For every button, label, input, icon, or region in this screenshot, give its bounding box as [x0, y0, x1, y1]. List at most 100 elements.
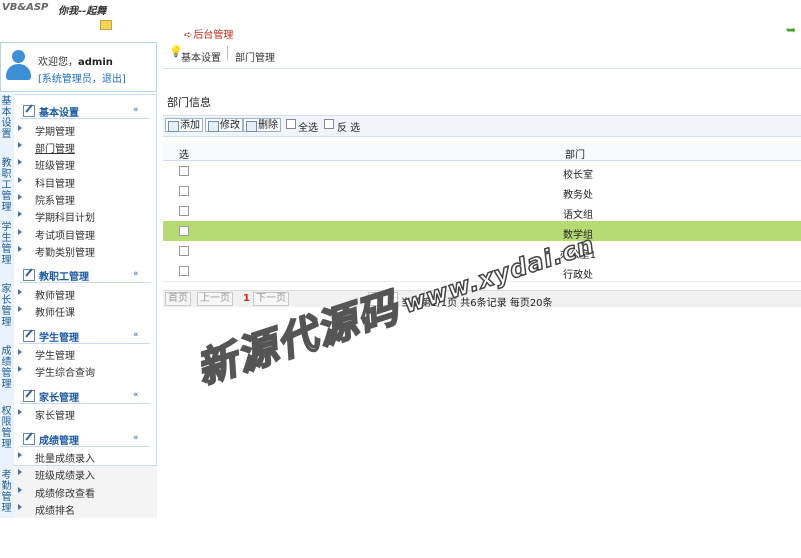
collapse-icon[interactable]: « — [133, 330, 139, 340]
delete-icon — [246, 121, 257, 132]
vtab-attendance[interactable]: 考勤管理 — [0, 470, 13, 514]
logout-link[interactable]: 退出 — [102, 74, 122, 85]
menu-item-attendance-type[interactable]: 考勤类别管理 — [18, 243, 148, 259]
department-name: 校长室 — [563, 170, 593, 181]
menu-item-semester[interactable]: 学期管理 — [18, 122, 148, 138]
avatar — [4, 50, 32, 82]
role-line: [系统管理员，退出] — [38, 74, 126, 85]
menu-group-students[interactable]: 学生管理 « — [20, 328, 150, 344]
breadcrumb-separator — [227, 46, 228, 60]
menu-item-batch-grade-entry[interactable]: 批量成绩录入 — [18, 449, 148, 465]
breadcrumb-level2[interactable]: 部门管理 — [235, 49, 275, 64]
vtab-parents[interactable]: 家长管理 — [0, 284, 13, 328]
mail-icon — [100, 20, 112, 30]
department-name: 教务处 — [563, 190, 593, 201]
table-header: 选 部门 — [163, 143, 801, 161]
collapse-icon[interactable]: « — [133, 105, 139, 115]
arrow-icon — [18, 306, 22, 312]
add-button[interactable]: 添加 — [165, 118, 203, 132]
table-row[interactable]: 教务处 — [163, 181, 801, 202]
row-checkbox[interactable] — [179, 166, 189, 176]
add-icon — [168, 121, 179, 132]
menu-item-department[interactable]: 部门管理 — [18, 139, 148, 155]
vtab-staff[interactable]: 教职工管理 — [0, 158, 13, 213]
arrow-icon — [18, 177, 22, 183]
menu-item-student[interactable]: 学生管理 — [18, 346, 148, 362]
arrow-icon — [18, 159, 22, 165]
refresh-icon[interactable]: ➥ — [786, 24, 798, 36]
menu-item-class-grade-entry[interactable]: 班级成绩录入 — [18, 466, 148, 482]
select-all-checkbox[interactable] — [286, 119, 296, 129]
arrow-icon — [18, 409, 22, 415]
select-all-label: 全选 — [298, 123, 318, 134]
edit-button[interactable]: 修改 — [205, 118, 243, 132]
collapse-icon[interactable]: « — [133, 433, 139, 443]
first-page-button[interactable]: 首页 — [165, 292, 191, 306]
table-row[interactable]: 校长室 — [163, 161, 801, 182]
menu-item-grade-edit-view[interactable]: 成绩修改查看 — [18, 484, 148, 500]
edit-icon — [208, 121, 219, 132]
edit-doc-icon — [23, 433, 35, 445]
collapse-icon[interactable]: « — [133, 390, 139, 400]
user-panel: 欢迎您，admin [系统管理员，退出] — [0, 42, 157, 92]
arrow-icon — [18, 452, 22, 458]
menu-item-teacher[interactable]: 教师管理 — [18, 286, 148, 302]
menu-item-parent[interactable]: 家长管理 — [18, 406, 148, 422]
welcome-text: 欢迎您，admin — [38, 57, 113, 68]
vtab-permissions[interactable]: 权限管理 — [0, 406, 13, 450]
next-page-button[interactable]: 下一页 — [253, 292, 289, 306]
menu-item-subject[interactable]: 科目管理 — [18, 174, 148, 190]
delete-button[interactable]: 删除 — [243, 118, 281, 132]
arrow-icon — [18, 349, 22, 355]
menu-item-teacher-courses[interactable]: 教师任课 — [18, 303, 148, 319]
menu-group-parents[interactable]: 家长管理 « — [20, 388, 150, 404]
menu-overflow: 班级成绩录入 成绩修改查看 成绩排名 — [14, 466, 157, 518]
table-row[interactable]: 数学组 — [163, 221, 801, 242]
menu-item-student-query[interactable]: 学生综合查询 — [18, 363, 148, 379]
row-checkbox[interactable] — [179, 246, 189, 256]
edit-doc-icon — [23, 330, 35, 342]
top-header: VB&ASP 你我--起舞 ➪后台管理 ➥ — [0, 0, 801, 41]
vtab-students[interactable]: 学生管理 — [0, 222, 13, 266]
panel-title: 部门信息 — [167, 96, 211, 109]
side-menu: 基本设置 « 学期管理 部门管理 班级管理 科目管理 院系管理 学期科目计划 考… — [14, 94, 157, 466]
invert-checkbox[interactable] — [324, 119, 334, 129]
row-checkbox[interactable] — [179, 186, 189, 196]
arrow-icon — [18, 289, 22, 295]
arrow-icon — [18, 469, 22, 475]
row-checkbox[interactable] — [179, 266, 189, 276]
table-row[interactable]: 语文组 — [163, 201, 801, 222]
menu-item-class[interactable]: 班级管理 — [18, 156, 148, 172]
toolbar: 添加 修改 删除 全选 反 选 — [163, 115, 801, 137]
row-checkbox[interactable] — [179, 226, 189, 236]
arrow-icon: ➪ — [184, 30, 193, 41]
prev-page-button[interactable]: 上一页 — [197, 292, 233, 306]
arrow-icon — [18, 246, 22, 252]
table-row[interactable]: 办公室1 — [163, 241, 801, 262]
back-to-admin-link[interactable]: ➪后台管理 — [184, 26, 233, 41]
breadcrumb-level1[interactable]: 基本设置 — [181, 49, 221, 64]
arrow-icon — [18, 487, 22, 493]
menu-group-staff[interactable]: 教职工管理 « — [20, 267, 150, 283]
menu-item-exam[interactable]: 考试项目管理 — [18, 226, 148, 242]
logo-slogan: 你我--起舞 — [58, 6, 107, 17]
menu-item-grade-ranking[interactable]: 成绩排名 — [18, 501, 148, 517]
edit-doc-icon — [23, 105, 35, 117]
row-checkbox[interactable] — [179, 206, 189, 216]
vtab-basic-settings[interactable]: 基本设置 — [0, 96, 13, 140]
menu-item-faculty[interactable]: 院系管理 — [18, 191, 148, 207]
menu-item-semester-subject-plan[interactable]: 学期科目计划 — [18, 208, 148, 224]
menu-group-grades[interactable]: 成绩管理 « — [20, 431, 150, 447]
collapse-icon[interactable]: « — [133, 269, 139, 279]
header-department: 部门 — [565, 150, 585, 161]
arrow-icon — [18, 229, 22, 235]
role-link[interactable]: 系统管理员 — [42, 74, 92, 85]
arrow-icon — [18, 125, 22, 131]
vtab-grades[interactable]: 成绩管理 — [0, 346, 13, 390]
invert-label: 反 选 — [337, 123, 361, 134]
username: admin — [78, 57, 113, 68]
current-page[interactable]: 1 — [243, 293, 250, 304]
arrow-icon — [18, 366, 22, 372]
menu-group-basic-settings[interactable]: 基本设置 « — [20, 103, 150, 119]
arrow-icon — [18, 504, 22, 510]
